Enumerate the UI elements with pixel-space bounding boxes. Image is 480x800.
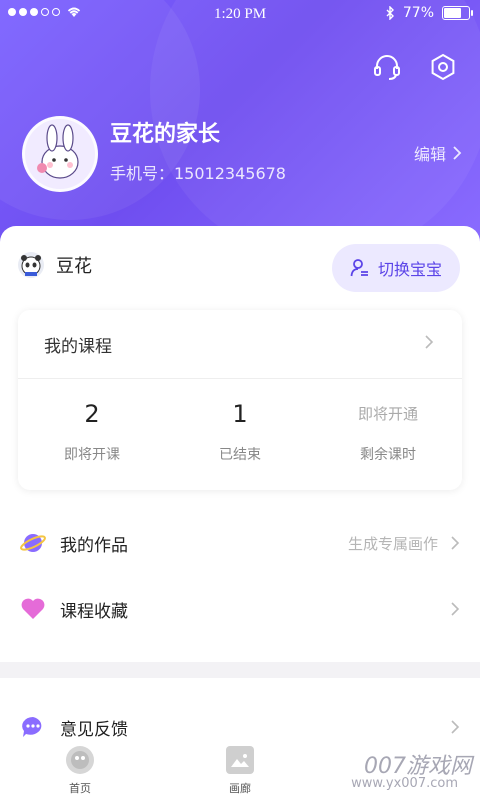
stat-label: 剩余课时: [360, 447, 416, 463]
heart-icon: [20, 596, 46, 622]
chevron-right-icon: [451, 536, 460, 550]
rabbit-avatar-icon: [37, 124, 79, 179]
tab-gallery[interactable]: 画廊: [200, 746, 280, 796]
avatar[interactable]: [22, 116, 98, 192]
phone-number: 手机号：15012345678: [110, 164, 286, 183]
menu-label: 意见反馈: [60, 719, 128, 740]
my-courses-title: 我的课程: [44, 337, 112, 357]
bluetooth-icon: [386, 6, 394, 20]
stat-value: 2: [84, 400, 100, 428]
current-baby: 豆花: [18, 252, 92, 278]
menu-hint: 生成专属画作: [347, 534, 438, 553]
stat-label: 已结束: [219, 447, 261, 463]
menu-label: 我的作品: [60, 535, 128, 556]
my-courses-card: 我的课程 2 即将开课 1 已结束 即将开通 剩余课时: [18, 310, 462, 490]
chevron-right-icon: [425, 335, 434, 349]
battery-icon: [442, 6, 473, 20]
stat-finished[interactable]: 1 已结束: [166, 398, 314, 464]
stat-value: 即将开通: [357, 405, 418, 423]
chat-icon: [20, 714, 46, 740]
chevron-right-icon: [453, 146, 462, 160]
username: 豆花的家长: [110, 122, 221, 147]
settings-icon[interactable]: [426, 50, 460, 84]
baby-name: 豆花: [56, 256, 92, 277]
panda-avatar-icon: [21, 255, 41, 276]
switch-baby-button[interactable]: 切换宝宝: [332, 244, 460, 292]
baby-avatar: [18, 252, 44, 278]
tab-home[interactable]: 首页: [40, 746, 120, 796]
stat-remaining-hours[interactable]: 即将开通 剩余课时: [314, 398, 462, 464]
menu-item-favorites[interactable]: 课程收藏: [0, 584, 480, 634]
customer-service-icon[interactable]: [370, 50, 404, 84]
switch-user-icon: [350, 259, 368, 277]
chevron-right-icon: [451, 602, 460, 616]
switch-baby-label: 切换宝宝: [377, 260, 442, 279]
gallery-icon: [226, 746, 254, 774]
tab-label: 画廊: [229, 782, 251, 795]
home-icon: [66, 746, 94, 774]
edit-profile-button[interactable]: 编辑: [414, 141, 462, 165]
status-bar: 1:20 PM 77%: [0, 0, 480, 28]
profile-header: 1:20 PM 77% 豆花的家长 手机号：15012345678 编辑: [0, 0, 480, 250]
battery-percent: 77%: [402, 5, 434, 21]
stat-value: 1: [232, 400, 248, 428]
menu-item-my-works[interactable]: 我的作品 生成专属画作: [0, 518, 480, 568]
tab-label: 首页: [69, 782, 91, 795]
stat-label: 即将开课: [64, 447, 120, 463]
chevron-right-icon: [451, 720, 460, 734]
watermark-url: www.yx007.com: [351, 776, 458, 791]
my-courses-header[interactable]: 我的课程: [18, 310, 462, 379]
menu-label: 课程收藏: [60, 601, 128, 622]
edit-label: 编辑: [413, 145, 446, 164]
stat-upcoming[interactable]: 2 即将开课: [18, 398, 166, 464]
planet-icon: [20, 530, 46, 556]
